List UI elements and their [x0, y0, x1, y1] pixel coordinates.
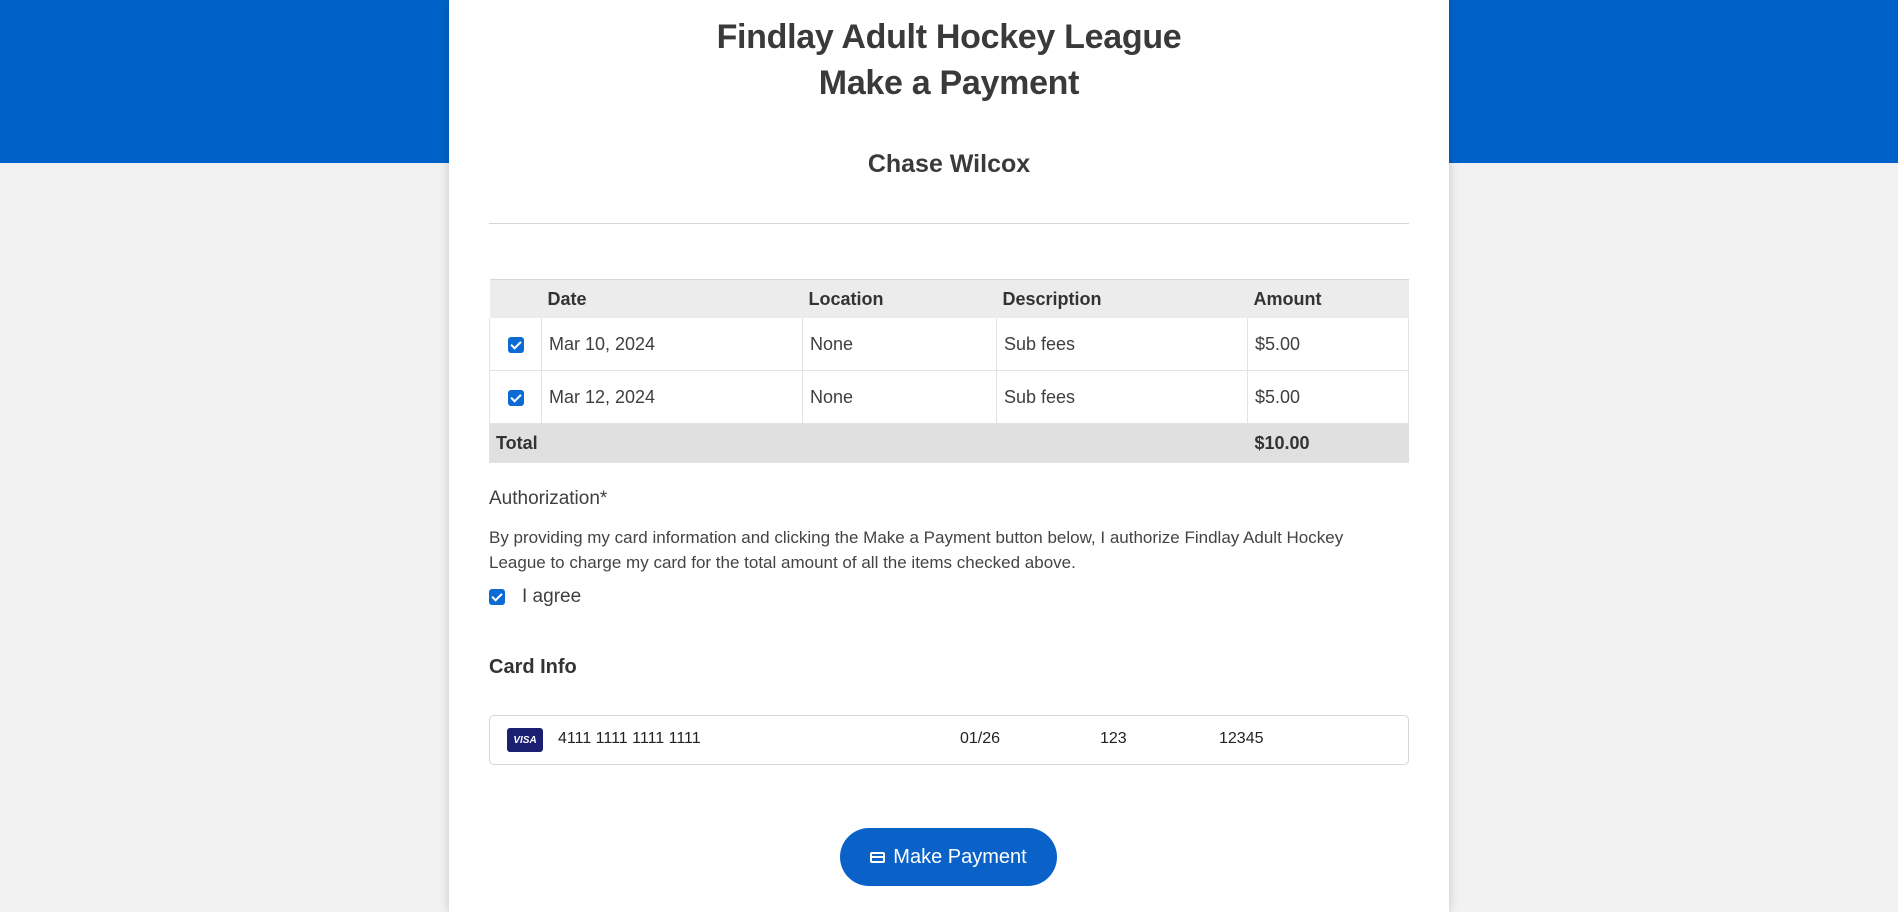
- visa-icon: VISA: [507, 728, 543, 752]
- agree-label[interactable]: I agree: [522, 586, 581, 608]
- row-checkbox[interactable]: [507, 389, 524, 406]
- card-number-input[interactable]: 4111 1111 1111 1111: [558, 730, 701, 748]
- row-amount: $5.00: [1247, 370, 1409, 424]
- row-select-cell: [489, 370, 542, 424]
- table-row: Mar 10, 2024 None Sub fees $5.00: [489, 318, 1409, 371]
- total-label: Total: [489, 423, 1248, 463]
- payment-card: Findlay Adult Hockey League Make a Payme…: [449, 0, 1449, 912]
- divider: [489, 223, 1409, 224]
- league-name: Findlay Adult Hockey League: [716, 18, 1182, 56]
- column-header-select: [489, 279, 542, 318]
- card-cvc-input[interactable]: 123: [1100, 730, 1127, 748]
- credit-card-icon: [870, 851, 886, 863]
- table-row: Mar 12, 2024 None Sub fees $5.00: [489, 370, 1409, 424]
- make-payment-button[interactable]: Make Payment: [840, 828, 1057, 886]
- card-zip-input[interactable]: 12345: [1219, 730, 1264, 748]
- agree-checkbox-row[interactable]: I agree: [489, 586, 581, 608]
- card-input-field[interactable]: VISA 4111 1111 1111 1111 01/26 123 12345: [489, 715, 1409, 765]
- card-expiry-input[interactable]: 01/26: [960, 730, 1000, 748]
- row-location: None: [802, 318, 997, 371]
- player-name: Chase Wilcox: [867, 150, 1031, 178]
- make-payment-label: Make Payment: [893, 845, 1027, 868]
- column-header-amount: Amount: [1247, 279, 1409, 318]
- row-description: Sub fees: [996, 318, 1248, 371]
- row-date: Mar 10, 2024: [541, 318, 803, 371]
- authorization-text: By providing my card information and cli…: [489, 528, 1344, 572]
- agree-checkbox[interactable]: [489, 589, 505, 605]
- page-title: Make a Payment: [818, 64, 1080, 102]
- row-description: Sub fees: [996, 370, 1248, 424]
- fees-table: Date Location Description Amount Mar 10,…: [489, 279, 1409, 463]
- total-amount: $10.00: [1247, 423, 1409, 463]
- row-amount: $5.00: [1247, 318, 1409, 371]
- row-location: None: [802, 370, 997, 424]
- row-date: Mar 12, 2024: [541, 370, 803, 424]
- column-header-date: Date: [541, 279, 803, 318]
- column-header-description: Description: [996, 279, 1248, 318]
- row-checkbox[interactable]: [507, 336, 524, 353]
- card-info-title: Card Info: [489, 656, 577, 678]
- row-select-cell: [489, 318, 542, 371]
- column-header-location: Location: [802, 279, 997, 318]
- authorization-label: Authorization*: [489, 488, 608, 509]
- total-row: Total $10.00: [489, 423, 1409, 463]
- table-header-row: Date Location Description Amount: [489, 279, 1409, 318]
